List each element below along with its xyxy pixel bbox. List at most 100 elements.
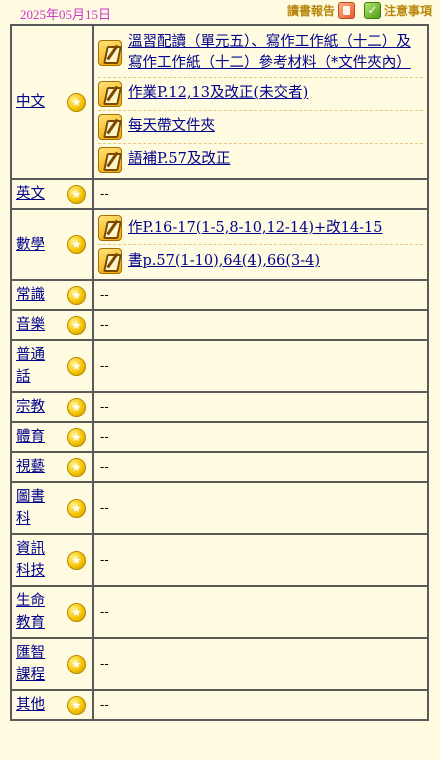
subject-cell: 視藝 ★ <box>10 451 94 483</box>
empty-marker: -- <box>100 399 109 414</box>
homework-item: 作P.16-17(1-5,8-10,12-14)+改14-15 <box>98 212 423 244</box>
star-icon[interactable]: ★ <box>67 602 86 622</box>
header-bar: 2025年05月15日 讀書報告 ✓ 注意事項 <box>0 0 440 24</box>
report-book-icon[interactable] <box>337 2 355 19</box>
empty-marker: -- <box>100 186 109 201</box>
top-links: 讀書報告 ✓ 注意事項 <box>287 2 432 19</box>
subject-cell: 體育 ★ <box>10 421 94 453</box>
homework-link[interactable]: 語補P.57及改正 <box>128 149 230 170</box>
subject-row: 中文 ★ 溫習配讀（單元五）、寫作工作紙（十二）及寫作工作紙（十二）參考材料（*文件… <box>10 24 429 180</box>
homework-pencil-icon <box>98 80 122 107</box>
homework-link[interactable]: 書p.57(1-10),64(4),66(3-4) <box>128 251 320 272</box>
subject-row: 英文 ★ -- <box>10 178 429 210</box>
homework-cell: -- <box>92 585 429 639</box>
empty-marker: -- <box>100 287 109 302</box>
subject-link[interactable]: 視藝 <box>16 456 50 478</box>
subject-row: 生命教育 ★ -- <box>10 585 429 639</box>
homework-cell: -- <box>92 309 429 341</box>
homework-pencil-icon <box>98 39 122 66</box>
subject-cell: 圖書科 ★ <box>10 481 94 535</box>
homework-item: 每天帶文件夾 <box>98 109 423 143</box>
subject-link[interactable]: 資訊科技 <box>16 538 50 582</box>
subject-link[interactable]: 普通話 <box>16 344 50 388</box>
subject-cell: 宗教 ★ <box>10 391 94 423</box>
star-icon[interactable]: ★ <box>67 356 86 376</box>
homework-link[interactable]: 作業P.12,13及改正(未交者) <box>128 83 308 104</box>
subject-link[interactable]: 體育 <box>16 426 50 448</box>
homework-table: 中文 ★ 溫習配讀（單元五）、寫作工作紙（十二）及寫作工作紙（十二）參考材料（*文件… <box>10 24 429 721</box>
empty-marker: -- <box>100 552 109 567</box>
empty-marker: -- <box>100 459 109 474</box>
empty-marker: -- <box>100 604 109 619</box>
subject-link[interactable]: 音樂 <box>16 314 50 336</box>
homework-pencil-icon <box>98 248 122 274</box>
subject-row: 普通話 ★ -- <box>10 339 429 393</box>
notice-link[interactable]: 注意事項 <box>384 2 432 19</box>
subject-cell: 音樂 ★ <box>10 309 94 341</box>
subject-row: 匯智課程 ★ -- <box>10 637 429 691</box>
homework-cell: 溫習配讀（單元五）、寫作工作紙（十二）及寫作工作紙（十二）參考材料（*文件夾內）… <box>92 24 429 180</box>
subject-cell: 資訊科技 ★ <box>10 533 94 587</box>
subject-row: 視藝 ★ -- <box>10 451 429 483</box>
homework-pencil-icon <box>98 215 122 241</box>
subject-row: 其他 ★ -- <box>10 689 429 721</box>
subject-row: 常識 ★ -- <box>10 279 429 311</box>
homework-cell: 作P.16-17(1-5,8-10,12-14)+改14-15 書p.57(1-1… <box>92 208 429 281</box>
empty-marker: -- <box>100 429 109 444</box>
date-label: 2025年05月15日 <box>20 7 112 22</box>
homework-item: 語補P.57及改正 <box>98 142 423 176</box>
homework-pencil-icon <box>98 146 122 173</box>
subject-link[interactable]: 中文 <box>16 91 50 113</box>
homework-item: 書p.57(1-10),64(4),66(3-4) <box>98 244 423 277</box>
subject-cell: 生命教育 ★ <box>10 585 94 639</box>
star-icon[interactable]: ★ <box>67 397 86 417</box>
subject-row: 資訊科技 ★ -- <box>10 533 429 587</box>
empty-marker: -- <box>100 656 109 671</box>
homework-cell: -- <box>92 637 429 691</box>
star-icon[interactable]: ★ <box>67 315 86 335</box>
homework-item: 作業P.12,13及改正(未交者) <box>98 76 423 110</box>
homework-link[interactable]: 溫習配讀（單元五）、寫作工作紙（十二）及寫作工作紙（十二）參考材料（*文件夾內） <box>128 32 423 74</box>
subject-row: 圖書科 ★ -- <box>10 481 429 535</box>
homework-cell: -- <box>92 451 429 483</box>
subject-cell: 常識 ★ <box>10 279 94 311</box>
subject-link[interactable]: 英文 <box>16 183 50 205</box>
subject-link[interactable]: 生命教育 <box>16 590 50 634</box>
subject-row: 數學 ★ 作P.16-17(1-5,8-10,12-14)+改14-15 書p.57(… <box>10 208 429 281</box>
star-icon[interactable]: ★ <box>67 654 86 674</box>
homework-pencil-icon <box>98 113 122 140</box>
star-icon[interactable]: ★ <box>67 184 86 204</box>
homework-cell: -- <box>92 533 429 587</box>
star-icon[interactable]: ★ <box>67 695 86 715</box>
star-icon[interactable]: ★ <box>67 285 86 305</box>
subject-row: 音樂 ★ -- <box>10 309 429 341</box>
notice-check-icon[interactable]: ✓ <box>363 2 381 19</box>
star-icon[interactable]: ★ <box>67 498 86 518</box>
subject-row: 體育 ★ -- <box>10 421 429 453</box>
subject-cell: 中文 ★ <box>10 24 94 180</box>
homework-cell: -- <box>92 178 429 210</box>
homework-cell: -- <box>92 339 429 393</box>
homework-link[interactable]: 每天帶文件夾 <box>128 116 215 137</box>
star-icon[interactable]: ★ <box>67 235 86 254</box>
subject-link[interactable]: 常識 <box>16 284 50 306</box>
subject-link[interactable]: 宗教 <box>16 396 50 418</box>
reading-report-link[interactable]: 讀書報告 <box>287 2 335 19</box>
homework-cell: -- <box>92 391 429 423</box>
star-icon[interactable]: ★ <box>67 457 86 477</box>
subject-link[interactable]: 其他 <box>16 694 50 716</box>
subject-cell: 數學 ★ <box>10 208 94 281</box>
subject-link[interactable]: 圖書科 <box>16 486 50 530</box>
subject-cell: 其他 ★ <box>10 689 94 721</box>
subject-cell: 英文 ★ <box>10 178 94 210</box>
homework-cell: -- <box>92 481 429 535</box>
homework-cell: -- <box>92 689 429 721</box>
star-icon[interactable]: ★ <box>67 92 86 112</box>
subject-link[interactable]: 匯智課程 <box>16 642 50 686</box>
subject-link[interactable]: 數學 <box>16 234 50 256</box>
star-icon[interactable]: ★ <box>67 427 86 447</box>
homework-link[interactable]: 作P.16-17(1-5,8-10,12-14)+改14-15 <box>128 218 382 239</box>
subject-cell: 匯智課程 ★ <box>10 637 94 691</box>
star-icon[interactable]: ★ <box>67 550 86 570</box>
empty-marker: -- <box>100 697 109 712</box>
